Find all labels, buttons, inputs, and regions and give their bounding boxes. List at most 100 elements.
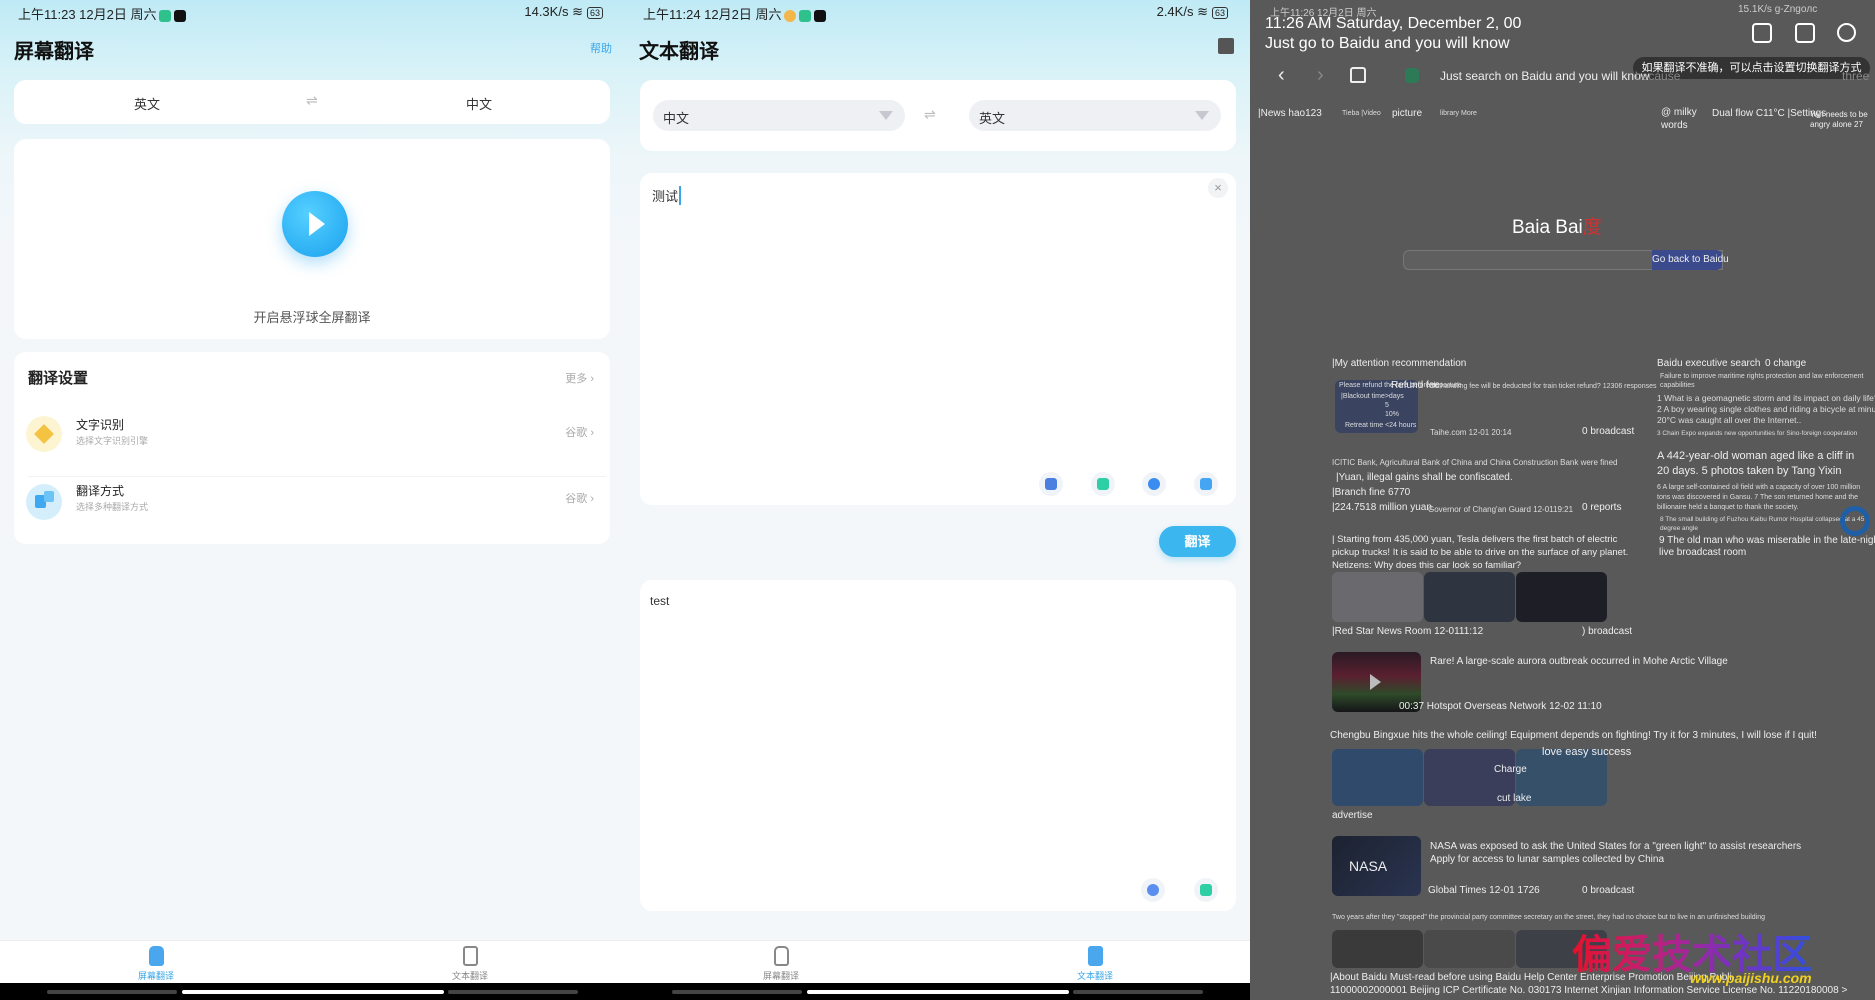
float-ball-label: 开启悬浮球全屏翻译 xyxy=(253,310,371,325)
setting-item-ocr[interactable]: 文字识别 选择文字识别引擎 谷歌 › xyxy=(14,404,610,470)
play-icon xyxy=(1370,674,1381,690)
link-tieba[interactable]: Tieba |Video xyxy=(1342,110,1381,117)
hot-item[interactable]: Failure to improve maritime rights prote… xyxy=(1660,373,1863,380)
copy-icon[interactable] xyxy=(1194,878,1218,902)
status-bar: 上午11:24 12月2日 周六 xyxy=(643,4,827,23)
swap-icon[interactable]: ⇌ xyxy=(924,106,936,123)
tab-screen-translate[interactable]: 屏幕翻译 xyxy=(96,946,216,982)
swap-icon[interactable]: ⇌ xyxy=(306,92,318,109)
link-milky[interactable]: @ milky xyxy=(1661,107,1697,118)
floating-ball[interactable] xyxy=(1840,506,1870,536)
tab-label: 文本翻译 xyxy=(1076,971,1113,981)
tab-text-translate[interactable]: 文本翻译 xyxy=(410,946,530,982)
add-window-icon[interactable] xyxy=(1752,23,1772,43)
news-title[interactable]: Rare! A large-scale aurora outbreak occu… xyxy=(1430,656,1728,667)
ad-title[interactable]: Chengbu Bingxue hits the whole ceiling! … xyxy=(1330,730,1817,741)
home-icon[interactable] xyxy=(1350,67,1366,83)
watermark-url: www.paijishu.com xyxy=(1690,970,1812,986)
news-image[interactable] xyxy=(1332,930,1423,968)
tiktok-icon xyxy=(174,9,187,22)
hot-item[interactable]: capabilities xyxy=(1660,382,1695,389)
change-button[interactable]: 0 change xyxy=(1765,358,1806,369)
search-translate-icon[interactable] xyxy=(1142,472,1166,496)
image-icon[interactable] xyxy=(1218,38,1234,54)
address-bar[interactable]: Just search on Baidu and you will know xyxy=(1440,69,1649,83)
help-link[interactable]: 帮助 xyxy=(590,40,612,56)
more-link[interactable]: 更多 › xyxy=(565,370,594,386)
nasa-thumbnail[interactable]: NASA xyxy=(1332,836,1421,896)
hot-item[interactable]: A 442-year-old woman aged like a cliff i… xyxy=(1657,450,1854,462)
translate-method-icon xyxy=(26,484,62,520)
back-button[interactable]: ‹ xyxy=(1278,64,1285,87)
user-note: angry alone 27 xyxy=(1810,120,1863,129)
thumb-text: 5 xyxy=(1385,402,1389,409)
thumb-text: |Blackout time>days xyxy=(1341,393,1404,400)
add-copy-icon[interactable] xyxy=(1795,23,1815,43)
news-title[interactable]: ICITIC Bank, Agricultural Bank of China … xyxy=(1332,458,1617,467)
tab-label: 屏幕翻译 xyxy=(762,971,799,981)
forward-button[interactable]: › xyxy=(1317,64,1324,87)
hot-item[interactable]: tons was discovered in Gansu. 7 The son … xyxy=(1657,494,1858,501)
news-title[interactable]: Netizens: Why does this car look so fami… xyxy=(1332,560,1521,571)
google-translate-icon[interactable] xyxy=(1039,472,1063,496)
hot-item[interactable]: billionaire held a banquet to thank the … xyxy=(1657,504,1799,511)
news-title[interactable]: No handling fee will be deducted for tra… xyxy=(1430,383,1656,390)
setting-item-translate-method[interactable]: 翻译方式 选择多种翻译方式 谷歌 › xyxy=(14,470,610,536)
news-source: Taihe.com 12-01 20:14 xyxy=(1430,428,1512,437)
hot-item[interactable]: 2 A boy wearing single clothes and ridin… xyxy=(1657,404,1875,414)
hot-item[interactable]: live broadcast room xyxy=(1659,547,1746,558)
hot-item[interactable]: 8 The small building of Fuzhou Kaibu Rum… xyxy=(1660,516,1864,523)
play-button[interactable] xyxy=(282,191,348,257)
news-count: ) broadcast xyxy=(1582,626,1633,637)
news-title[interactable]: |224.7518 million yuan xyxy=(1332,502,1432,513)
news-image[interactable] xyxy=(1332,572,1423,622)
news-title[interactable]: Two years after they "stopped" the provi… xyxy=(1332,914,1765,921)
news-title[interactable]: Apply for access to lunar samples collec… xyxy=(1430,854,1664,865)
source-language-select[interactable]: 中文 xyxy=(653,100,905,131)
news-image[interactable] xyxy=(1516,572,1607,622)
link-library[interactable]: library More xyxy=(1440,110,1477,117)
wifi-icon: ≋ xyxy=(1197,4,1208,19)
news-title[interactable]: pickup trucks! It is said to be able to … xyxy=(1332,547,1628,558)
link-picture[interactable]: picture xyxy=(1392,108,1422,119)
camera-translate-icon[interactable] xyxy=(1194,472,1218,496)
hot-item[interactable]: 6 A large self-contained oil field with … xyxy=(1657,484,1860,491)
thumb-text: Retreat time <24 hours xyxy=(1345,422,1417,429)
news-title[interactable]: | Starting from 435,000 yuan, Tesla deli… xyxy=(1332,534,1617,545)
ad-overlay-text: Charge xyxy=(1494,764,1527,775)
shield-icon xyxy=(1405,68,1419,83)
source-language[interactable]: 英文 xyxy=(134,94,160,113)
thumb-text: NASA xyxy=(1349,858,1388,874)
overlay-line-1: 11:26 AM Saturday, December 2, 00 xyxy=(1265,15,1522,32)
target-language-select[interactable]: 英文 xyxy=(969,100,1221,131)
hot-item[interactable]: 20°C was caught all over the Internet.. xyxy=(1657,415,1801,425)
news-title[interactable]: |Yuan, illegal gains shall be confiscate… xyxy=(1336,472,1513,483)
hot-item[interactable]: 20 days. 5 photos taken by Tang Yixin xyxy=(1657,465,1841,477)
news-title[interactable]: |Branch fine 6770 xyxy=(1332,487,1410,498)
hot-item[interactable]: degree angle xyxy=(1660,525,1698,532)
settings-gear-icon[interactable] xyxy=(1837,23,1856,42)
select-value: 中文 xyxy=(663,111,690,126)
hot-item[interactable]: 1 What is a geomagnetic storm and its im… xyxy=(1657,393,1875,403)
hot-item[interactable]: 9 The old man who was miserable in the l… xyxy=(1659,535,1875,546)
news-title[interactable]: NASA was exposed to ask the United State… xyxy=(1430,841,1801,852)
news-source: Global Times 12-01 1726 xyxy=(1428,885,1540,896)
hot-item[interactable]: 3 Chain Expo expands new opportunities f… xyxy=(1657,430,1857,437)
speaker-icon[interactable] xyxy=(1141,878,1165,902)
link-news[interactable]: |News hao123 xyxy=(1258,108,1322,119)
news-image[interactable] xyxy=(1424,572,1515,622)
overlay-line-2: Just go to Baidu and you will know xyxy=(1265,35,1510,52)
search-button[interactable]: Go back to Baidu xyxy=(1652,250,1729,270)
source-text-input[interactable]: 测试 xyxy=(652,186,682,205)
chat-translate-icon[interactable] xyxy=(1091,472,1115,496)
ad-overlay-text: love easy success xyxy=(1542,746,1632,758)
ad-image[interactable] xyxy=(1332,749,1423,806)
status-right: 2.4K/s ≋ 63 xyxy=(1157,4,1228,20)
news-image[interactable] xyxy=(1424,930,1515,968)
translate-button[interactable]: 翻译 xyxy=(1159,526,1236,557)
target-language[interactable]: 中文 xyxy=(466,94,492,113)
tab-text-translate[interactable]: 文本翻译 xyxy=(1035,946,1155,982)
tab-count[interactable]: three xyxy=(1842,69,1869,83)
clear-button[interactable]: × xyxy=(1208,178,1228,198)
tab-screen-translate[interactable]: 屏幕翻译 xyxy=(721,946,841,982)
